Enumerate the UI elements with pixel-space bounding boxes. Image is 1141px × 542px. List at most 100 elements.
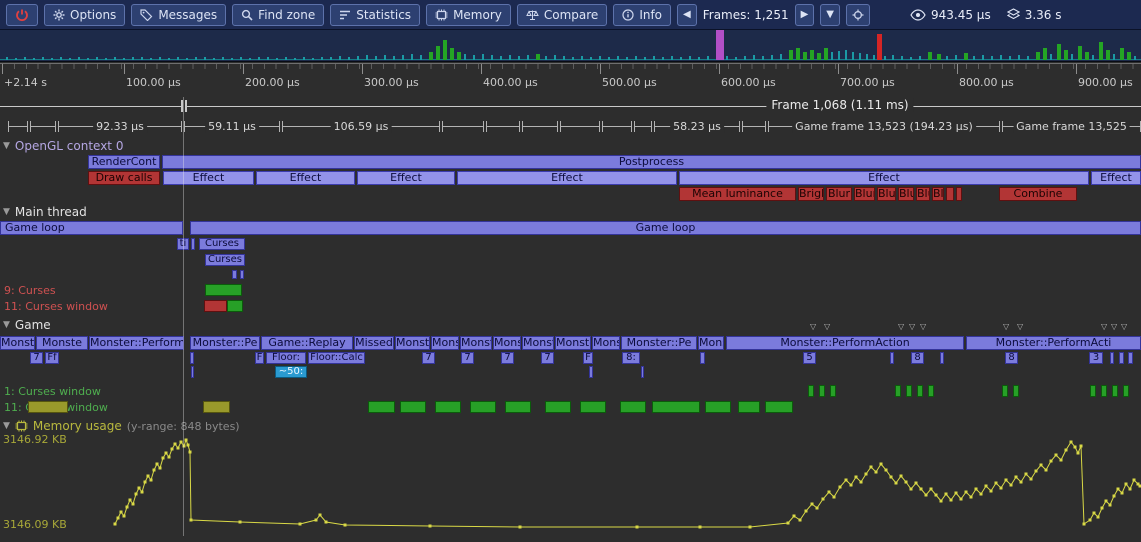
frame-time-bar[interactable]	[762, 56, 764, 60]
frame-time-bar[interactable]	[321, 57, 323, 60]
frame-time-bar[interactable]	[69, 58, 71, 60]
zone-bar[interactable]: Monst	[460, 336, 492, 350]
zone-bar[interactable]: Blur	[932, 187, 944, 201]
message-marker-icon[interactable]: ▽	[810, 322, 816, 331]
zone-bar[interactable]	[705, 401, 731, 413]
frame-time-bar[interactable]	[635, 56, 637, 60]
frame-time-bar[interactable]	[1134, 56, 1136, 60]
frame-time-bar[interactable]	[443, 40, 447, 60]
frame-time-bar[interactable]	[991, 56, 993, 60]
zone-bar[interactable]: 8	[1005, 352, 1018, 364]
zone-bar[interactable]: Monster::PerformActi	[966, 336, 1141, 350]
frame-time-bar[interactable]	[910, 57, 912, 60]
zone-bar[interactable]	[1128, 352, 1133, 364]
zone-bar[interactable]: Curses	[199, 238, 245, 250]
frame-time-bar[interactable]	[626, 57, 628, 60]
frame-time-bar[interactable]	[96, 57, 98, 60]
zone-bar[interactable]: Monster::Pe	[621, 336, 697, 350]
zone-bar[interactable]: F	[255, 352, 264, 364]
zone-bar[interactable]: Brigh	[798, 187, 824, 201]
frame-time-bar[interactable]	[464, 54, 466, 60]
zone-bar[interactable]: Monster::Pe	[190, 336, 260, 350]
frame-time-bar[interactable]	[1027, 56, 1029, 60]
frame-label[interactable]: Frame 1,068 (1.11 ms)	[766, 98, 913, 112]
frame-time-bar[interactable]	[698, 57, 700, 60]
frame-time-bar[interactable]	[877, 34, 882, 60]
zone-bar[interactable]: Blur	[916, 187, 930, 201]
zone-bar[interactable]	[928, 385, 934, 397]
frame-time-bar[interactable]	[563, 56, 565, 60]
power-button[interactable]	[6, 4, 38, 26]
frame-time-bar[interactable]	[1092, 55, 1094, 60]
frame-time-bar[interactable]	[1099, 42, 1103, 60]
zone-bar[interactable]	[1119, 352, 1124, 364]
frame-time-bar[interactable]	[572, 57, 574, 60]
frame-time-bar[interactable]	[866, 54, 868, 60]
memory-usage-plot[interactable]	[0, 436, 1141, 536]
frame-time-bar[interactable]	[186, 58, 188, 60]
zone-bar[interactable]	[240, 270, 244, 279]
frame-time-bar[interactable]	[384, 55, 386, 60]
frame-time-bar[interactable]	[258, 57, 260, 60]
zone-bar[interactable]: Curses	[205, 254, 245, 266]
zone-bar[interactable]	[1002, 385, 1008, 397]
frame-time-bar[interactable]	[1064, 50, 1068, 60]
subframe-marker[interactable]	[486, 121, 520, 132]
lock-label[interactable]: 9: Curses	[4, 284, 56, 297]
subframe-marker[interactable]: 59.11 µs	[184, 121, 280, 132]
frame-time-bar[interactable]	[393, 56, 395, 60]
frame-time-bar[interactable]	[114, 57, 116, 60]
frame-time-bar[interactable]	[973, 56, 975, 60]
frame-time-bar[interactable]	[348, 57, 350, 60]
frame-time-bar[interactable]	[429, 52, 433, 60]
frame-time-bar[interactable]	[946, 56, 948, 60]
frame-time-bar[interactable]	[1043, 48, 1047, 60]
zone-bar[interactable]	[1090, 385, 1096, 397]
frame-time-bar[interactable]	[87, 58, 89, 60]
frame-time-bar[interactable]	[500, 56, 502, 60]
zone-bar[interactable]: 3	[1089, 352, 1103, 364]
frame-time-bar[interactable]	[457, 52, 461, 60]
frame-time-bar[interactable]	[375, 56, 377, 60]
zone-bar[interactable]: Effect	[1091, 171, 1141, 185]
zone-bar[interactable]	[190, 352, 194, 364]
zone-bar[interactable]	[808, 385, 814, 397]
zone-bar[interactable]	[368, 401, 395, 413]
subframe-marker[interactable]	[442, 121, 484, 132]
zone-bar[interactable]: Effect	[457, 171, 677, 185]
frame-time-bar[interactable]	[141, 57, 143, 60]
message-marker-icon[interactable]: ▽	[1111, 322, 1117, 331]
zone-bar[interactable]: Blur	[854, 187, 875, 201]
zone-bar[interactable]: ~50:	[275, 366, 307, 378]
frame-time-bar[interactable]	[509, 55, 511, 60]
subframe-marker[interactable]	[522, 121, 558, 132]
zone-bar[interactable]: Monst	[431, 336, 459, 350]
frame-time-bar[interactable]	[518, 56, 520, 60]
frame-time-bar[interactable]	[581, 56, 583, 60]
frame-time-bar[interactable]	[744, 56, 746, 60]
section-main-thread-header[interactable]: ▼ Main thread	[3, 205, 87, 219]
time-axis[interactable]: +2.14 s100.00 µs200.00 µs300.00 µs400.00…	[0, 63, 1141, 95]
frame-time-bar[interactable]	[195, 57, 197, 60]
frame-time-bar[interactable]	[132, 57, 134, 60]
frame-time-bar[interactable]	[473, 55, 475, 60]
zone-bar[interactable]: Postprocess	[162, 155, 1141, 169]
frame-time-bar[interactable]	[644, 57, 646, 60]
message-marker-icon[interactable]: ▽	[1017, 322, 1023, 331]
subframe-marker[interactable]	[634, 121, 652, 132]
zone-bar[interactable]	[191, 238, 195, 250]
zone-bar[interactable]: Monster::PerformA	[89, 336, 184, 350]
frame-time-bar[interactable]	[892, 55, 894, 60]
frame-time-bar[interactable]	[482, 54, 484, 60]
frame-time-bar[interactable]	[1120, 48, 1124, 60]
zone-bar[interactable]: Mons	[592, 336, 620, 350]
frame-time-bar[interactable]	[590, 57, 592, 60]
frame-time-bar[interactable]	[919, 56, 921, 60]
frame-time-bar[interactable]	[735, 57, 737, 60]
frame-time-bar[interactable]	[780, 54, 782, 60]
frame-time-bar[interactable]	[789, 50, 793, 60]
frame-time-bar[interactable]	[1113, 54, 1115, 60]
zone-bar[interactable]: 5	[803, 352, 816, 364]
frame-time-bar[interactable]	[60, 57, 62, 60]
frame-time-bar[interactable]	[545, 56, 547, 60]
